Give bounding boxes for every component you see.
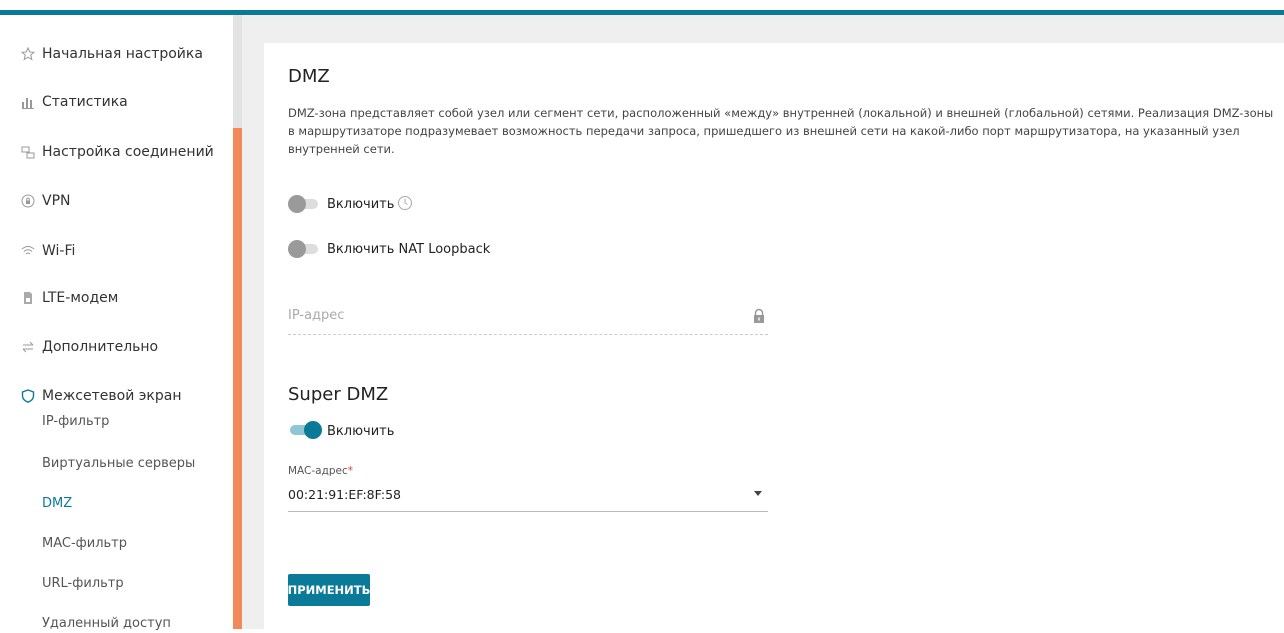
required-marker: * <box>347 465 354 477</box>
super-dmz-title: Super DMZ <box>288 384 389 405</box>
enable-dmz-label: Включить <box>327 197 395 212</box>
arrows-icon <box>20 339 36 355</box>
toggle-knob <box>288 240 306 258</box>
lock-icon <box>754 308 764 323</box>
sidebar-item-label: Статистика <box>42 94 128 110</box>
sim-card-icon <box>20 290 36 306</box>
enable-nat-loopback-toggle[interactable] <box>288 240 318 258</box>
toggle-knob <box>304 421 322 439</box>
sidebar-item-lte[interactable]: LTE-модем <box>20 286 118 310</box>
lock-circle-icon <box>20 193 36 209</box>
content-gutter <box>242 15 264 629</box>
super-dmz-enable-toggle[interactable] <box>290 421 322 439</box>
chevron-down-icon[interactable] <box>754 491 762 496</box>
sidebar: Начальная настройка Статистика Настройка… <box>0 15 233 631</box>
sidebar-subitem-url-filter[interactable]: URL-фильтр <box>42 573 124 593</box>
sidebar-item-wifi[interactable]: Wi-Fi <box>20 239 75 263</box>
mac-address-select[interactable]: 00:21:91:EF:8F:58 <box>288 487 401 502</box>
sidebar-subitem-mac-filter[interactable]: MAC-фильтр <box>42 533 127 553</box>
top-bar <box>0 0 1284 15</box>
content-top-gutter <box>264 15 1284 43</box>
sidebar-item-initial-setup[interactable]: Начальная настройка <box>20 42 203 66</box>
sidebar-subitem-virtual-servers[interactable]: Виртуальные серверы <box>42 453 195 473</box>
sidebar-scroll-track <box>233 15 242 128</box>
apply-button[interactable]: ПРИМЕНИТЬ <box>288 574 370 606</box>
enable-nat-loopback-label: Включить NAT Loopback <box>327 242 491 257</box>
sidebar-item-label: Дополнительно <box>42 339 159 355</box>
mac-address-underline <box>288 511 768 512</box>
sidebar-item-label: VPN <box>42 193 71 209</box>
super-dmz-enable-label: Включить <box>327 424 395 439</box>
ip-address-field[interactable]: IP-адрес <box>288 308 344 323</box>
top-bar-white <box>0 0 1284 10</box>
schedule-clock-icon[interactable] <box>397 195 413 211</box>
wifi-icon <box>20 243 36 259</box>
sidebar-item-vpn[interactable]: VPN <box>20 189 71 213</box>
sidebar-item-connections[interactable]: Настройка соединений <box>20 140 214 164</box>
sidebar-item-label: Wi-Fi <box>42 243 76 259</box>
sidebar-scrollbar[interactable] <box>233 128 242 629</box>
sidebar-item-statistics[interactable]: Статистика <box>20 90 128 114</box>
sidebar-item-firewall[interactable]: Межсетевой экран <box>20 384 182 408</box>
ip-address-underline <box>288 334 768 335</box>
sidebar-item-label: LTE-модем <box>42 290 119 306</box>
enable-dmz-toggle[interactable] <box>288 195 318 213</box>
sidebar-subitem-dmz[interactable]: DMZ <box>42 493 72 513</box>
network-icon <box>20 144 36 160</box>
page-description: DMZ-зона представляет собой узел или сег… <box>288 106 1274 156</box>
mac-address-label-text: MAC-адрес <box>288 465 348 477</box>
sidebar-subitem-ip-filter[interactable]: IP-фильтр <box>42 411 109 431</box>
mac-address-label: MAC-адрес* <box>288 465 353 477</box>
sidebar-item-advanced[interactable]: Дополнительно <box>20 335 158 359</box>
sidebar-item-label: Межсетевой экран <box>42 388 182 404</box>
page-title: DMZ <box>288 66 330 87</box>
sidebar-item-label: Начальная настройка <box>42 46 203 62</box>
sidebar-subitem-remote-access[interactable]: Удаленный доступ <box>42 613 171 633</box>
toggle-knob <box>288 195 306 213</box>
shield-icon <box>20 388 36 404</box>
bar-chart-icon <box>20 94 36 110</box>
star-icon <box>20 46 36 62</box>
sidebar-item-label: Настройка соединений <box>42 144 214 160</box>
